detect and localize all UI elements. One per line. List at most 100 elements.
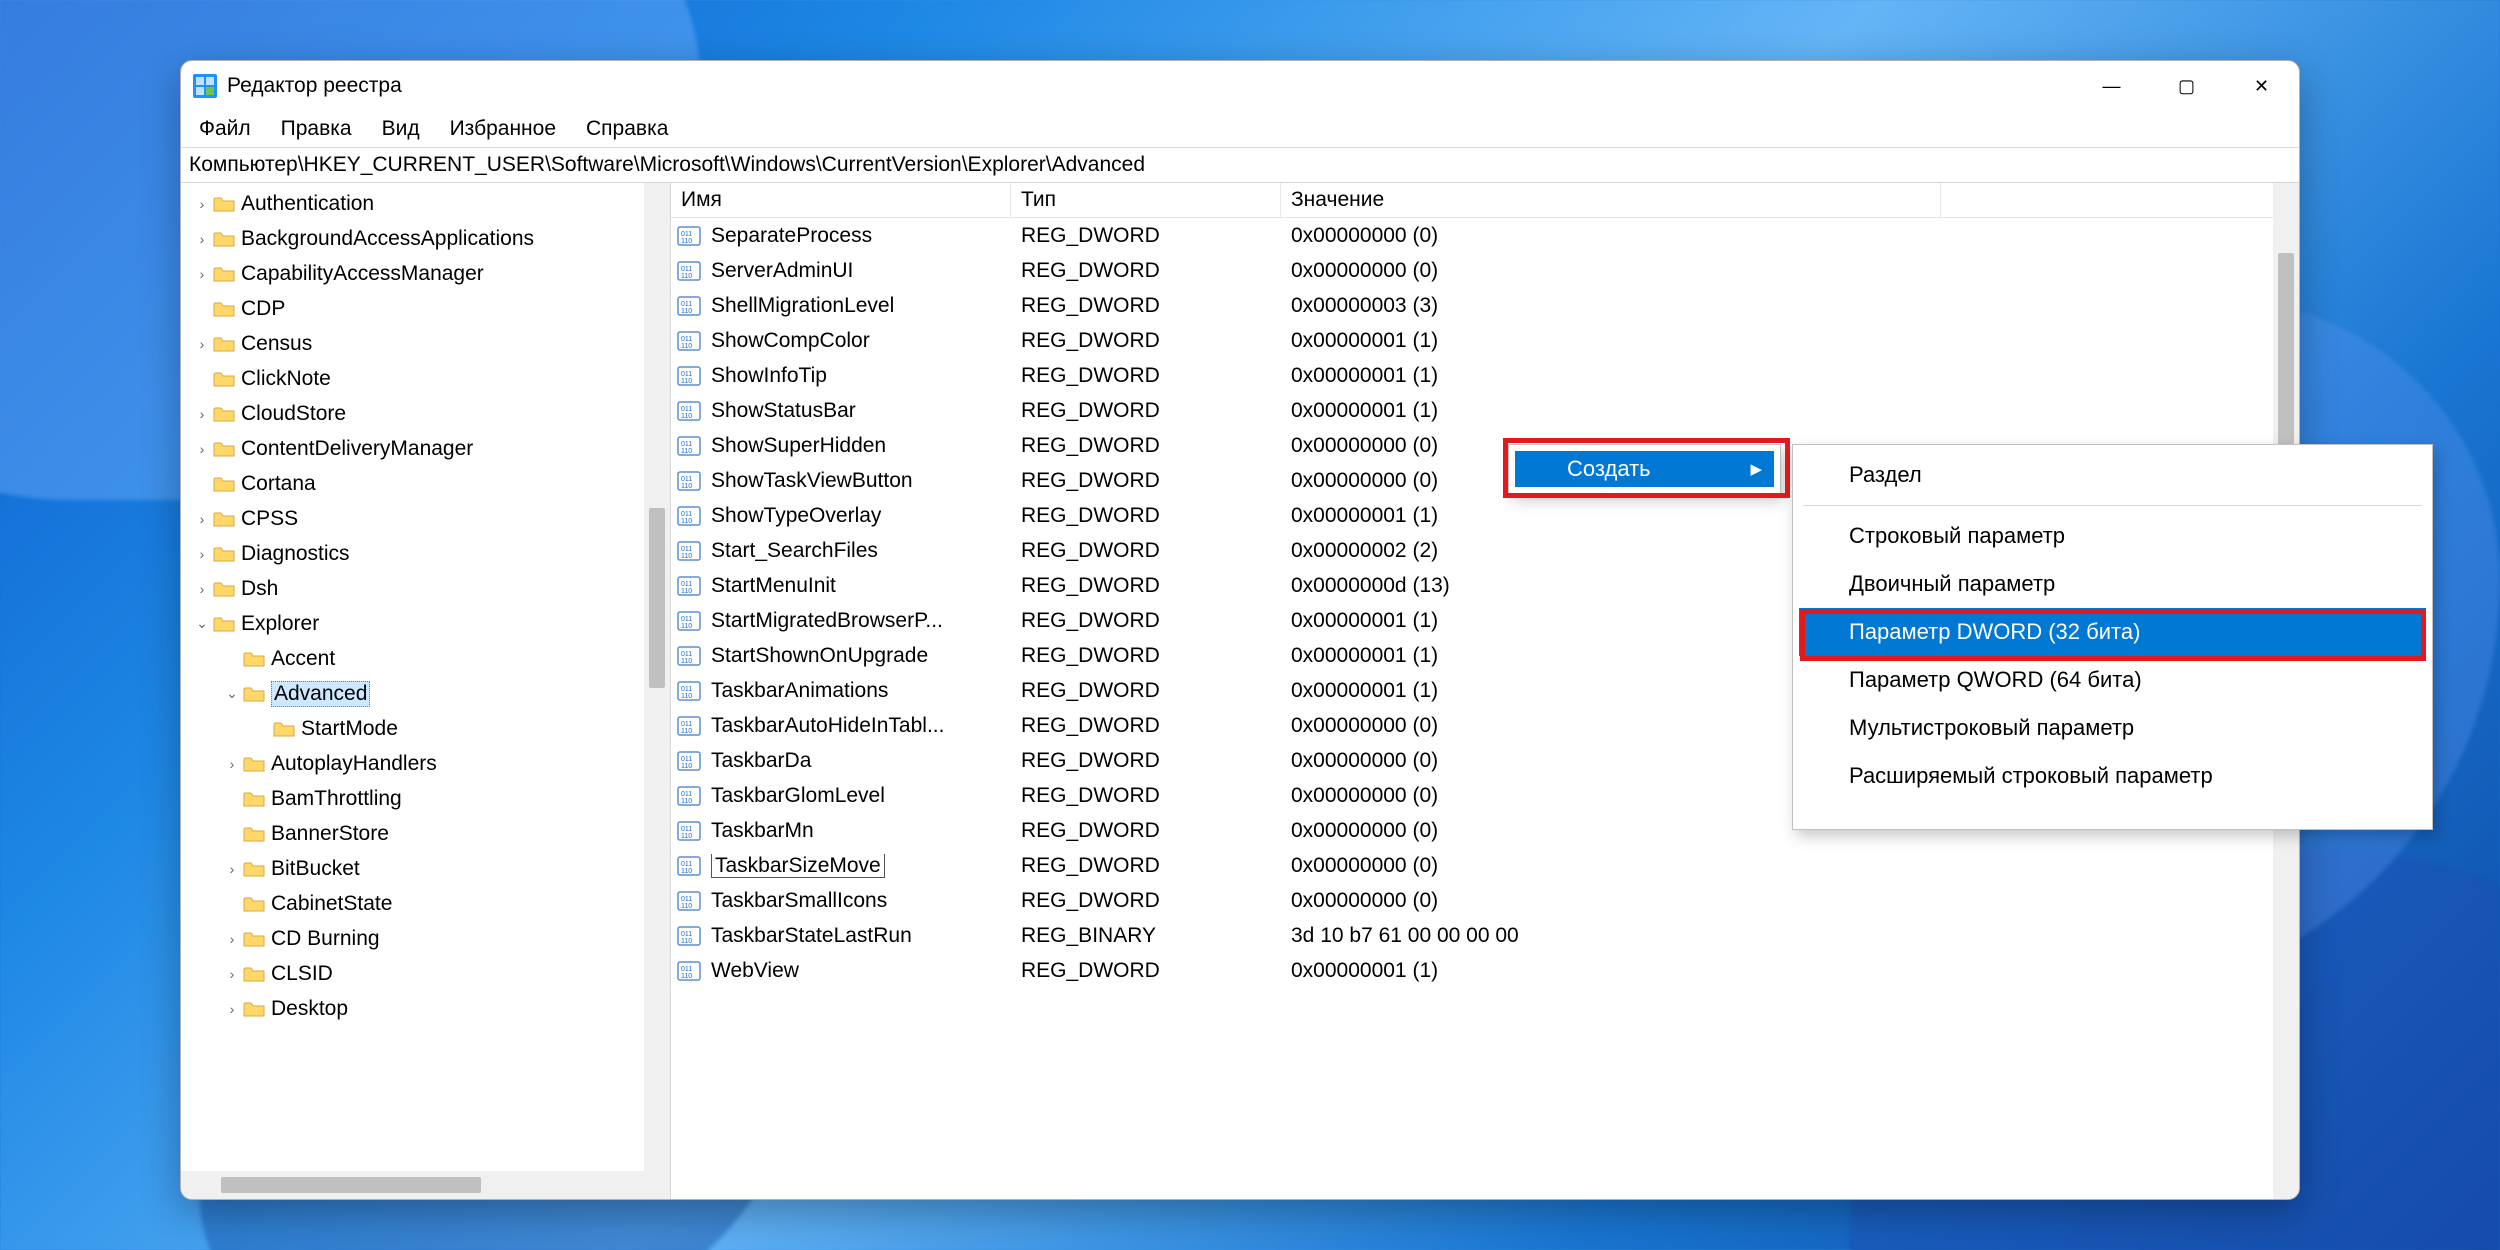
value-name: TaskbarSmallIcons <box>701 889 1011 913</box>
expand-icon[interactable]: › <box>221 861 243 877</box>
ctx-new-qword[interactable]: Параметр QWORD (64 бита) <box>1799 656 2426 704</box>
folder-icon <box>243 755 265 773</box>
value-row[interactable]: ShowStatusBarREG_DWORD0x00000001 (1) <box>671 393 2299 428</box>
ctx-new-string[interactable]: Строковый параметр <box>1799 512 2426 560</box>
tree-item[interactable]: ClickNote <box>181 361 670 396</box>
registry-value-icon <box>677 714 701 738</box>
value-row[interactable]: SeparateProcessREG_DWORD0x00000000 (0) <box>671 218 2299 253</box>
expand-icon[interactable]: › <box>191 196 213 212</box>
tree-item[interactable]: ›CloudStore <box>181 396 670 431</box>
ctx-new-dword[interactable]: Параметр DWORD (32 бита) <box>1799 608 2426 656</box>
registry-value-icon <box>677 434 701 458</box>
menu-help[interactable]: Справка <box>586 117 668 141</box>
value-row[interactable]: ShowCompColorREG_DWORD0x00000001 (1) <box>671 323 2299 358</box>
tree-item[interactable]: › ContentDeliveryManager <box>181 431 670 466</box>
tree-item[interactable]: StartMode <box>181 711 670 746</box>
menu-view[interactable]: Вид <box>382 117 420 141</box>
context-menu-new: Раздел Строковый параметр Двоичный парам… <box>1792 444 2433 830</box>
value-type: REG_DWORD <box>1011 329 1281 353</box>
tree-item[interactable]: ›Desktop <box>181 991 670 1026</box>
expand-icon[interactable]: ⌄ <box>191 615 213 632</box>
ctx-new-multistring[interactable]: Мультистроковый параметр <box>1799 704 2426 752</box>
tree-item-label: StartMode <box>301 717 398 741</box>
menu-edit[interactable]: Правка <box>281 117 352 141</box>
value-type: REG_DWORD <box>1011 574 1281 598</box>
menubar: Файл Правка Вид Избранное Справка <box>181 111 2299 147</box>
address-bar[interactable]: Компьютер\HKEY_CURRENT_USER\Software\Mic… <box>181 147 2299 183</box>
expand-icon[interactable]: ⌄ <box>221 685 243 702</box>
expand-icon[interactable]: › <box>221 1001 243 1017</box>
menu-favorites[interactable]: Избранное <box>450 117 556 141</box>
tree-item[interactable]: BannerStore <box>181 816 670 851</box>
folder-icon <box>243 860 265 878</box>
value-row[interactable]: TaskbarSmallIconsREG_DWORD0x00000000 (0) <box>671 883 2299 918</box>
expand-icon[interactable]: › <box>191 511 213 527</box>
tree-item-label: BamThrottling <box>271 787 402 811</box>
value-name: TaskbarAutoHideInTabl... <box>701 714 1011 738</box>
close-button[interactable]: ✕ <box>2224 61 2299 111</box>
ctx-new-key[interactable]: Раздел <box>1799 451 2426 499</box>
value-row[interactable]: ShowInfoTipREG_DWORD0x00000001 (1) <box>671 358 2299 393</box>
expand-icon[interactable]: › <box>191 581 213 597</box>
column-type[interactable]: Тип <box>1011 183 1281 217</box>
tree-item[interactable]: Cortana <box>181 466 670 501</box>
value-name: TaskbarStateLastRun <box>701 924 1011 948</box>
tree-item[interactable]: ›CapabilityAccessManager <box>181 256 670 291</box>
column-name[interactable]: Имя <box>671 183 1011 217</box>
tree-item[interactable]: ›Census <box>181 326 670 361</box>
expand-icon[interactable]: › <box>191 231 213 247</box>
tree-item[interactable]: ›BackgroundAccessApplications <box>181 221 670 256</box>
maximize-button[interactable]: ▢ <box>2149 61 2224 111</box>
tree-item[interactable]: CabinetState <box>181 886 670 921</box>
folder-icon <box>243 650 265 668</box>
tree-item[interactable]: BamThrottling <box>181 781 670 816</box>
registry-value-icon <box>677 609 701 633</box>
app-icon <box>193 74 217 98</box>
tree-item-label: Authentication <box>241 192 374 216</box>
registry-value-icon <box>677 924 701 948</box>
expand-icon[interactable]: › <box>221 931 243 947</box>
value-row[interactable]: TaskbarStateLastRunREG_BINARY3d 10 b7 61… <box>671 918 2299 953</box>
tree-item-label: ContentDeliveryManager <box>241 437 473 461</box>
tree-item[interactable]: ⌄Explorer <box>181 606 670 641</box>
expand-icon[interactable]: › <box>191 546 213 562</box>
expand-icon[interactable]: › <box>191 441 213 457</box>
expand-icon[interactable]: › <box>191 406 213 422</box>
ctx-new-expandstring[interactable]: Расширяемый строковый параметр <box>1799 752 2426 800</box>
tree-item[interactable]: ›BitBucket <box>181 851 670 886</box>
tree-item[interactable]: ›CPSS <box>181 501 670 536</box>
expand-icon[interactable]: › <box>191 266 213 282</box>
tree-vertical-scrollbar[interactable] <box>644 183 670 1171</box>
menu-file[interactable]: Файл <box>199 117 251 141</box>
registry-tree[interactable]: › Authentication ›BackgroundAccessApplicat… <box>181 183 670 1026</box>
tree-item[interactable]: ›Diagnostics <box>181 536 670 571</box>
ctx-new-binary[interactable]: Двоичный параметр <box>1799 560 2426 608</box>
value-row[interactable]: ShellMigrationLevelREG_DWORD0x00000003 (… <box>671 288 2299 323</box>
tree-item[interactable]: › Authentication <box>181 186 670 221</box>
expand-icon[interactable]: › <box>221 966 243 982</box>
folder-icon <box>273 720 295 738</box>
tree-item[interactable]: CDP <box>181 291 670 326</box>
tree-item[interactable]: ›CLSID <box>181 956 670 991</box>
tree-item[interactable]: ›AutoplayHandlers <box>181 746 670 781</box>
tree-horizontal-scrollbar[interactable] <box>181 1171 670 1199</box>
tree-item[interactable]: Accent <box>181 641 670 676</box>
tree-item[interactable]: ›CD Burning <box>181 921 670 956</box>
expand-icon[interactable]: › <box>221 756 243 772</box>
registry-value-icon <box>677 574 701 598</box>
minimize-button[interactable]: — <box>2074 61 2149 111</box>
ctx-create[interactable]: Создать ▶ <box>1515 451 1774 487</box>
value-row[interactable]: ServerAdminUIREG_DWORD0x00000000 (0) <box>671 253 2299 288</box>
value-row[interactable]: TaskbarSizeMoveREG_DWORD0x00000000 (0) <box>671 848 2299 883</box>
tree-item-label: CabinetState <box>271 892 392 916</box>
value-name: Start_SearchFiles <box>701 539 1011 563</box>
column-value[interactable]: Значение <box>1281 183 1941 217</box>
expand-icon[interactable]: › <box>191 336 213 352</box>
titlebar[interactable]: Редактор реестра — ▢ ✕ <box>181 61 2299 111</box>
ctx-separator <box>1803 505 2422 506</box>
value-row[interactable]: WebViewREG_DWORD0x00000001 (1) <box>671 953 2299 988</box>
tree-item[interactable]: ›Dsh <box>181 571 670 606</box>
value-data: 3d 10 b7 61 00 00 00 00 <box>1281 924 1941 948</box>
value-type: REG_DWORD <box>1011 364 1281 388</box>
tree-item[interactable]: ⌄Advanced <box>181 676 670 711</box>
